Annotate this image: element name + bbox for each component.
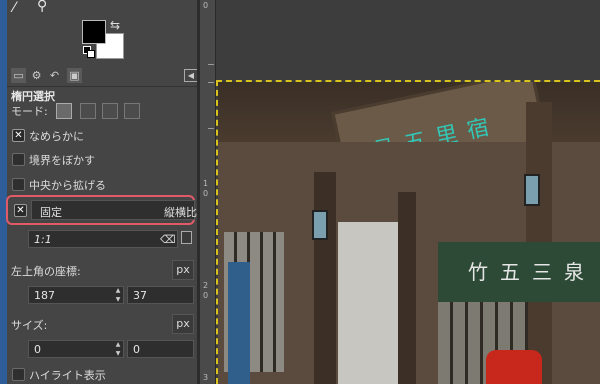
ratio-input[interactable]: 1:1	[28, 230, 178, 248]
ruler-mark	[208, 128, 214, 129]
red-postbox	[486, 350, 542, 384]
position-x-value: 187	[34, 289, 55, 302]
door	[338, 222, 398, 384]
pillar	[314, 172, 336, 384]
document-icon[interactable]	[181, 231, 192, 244]
position-y-input[interactable]: 37	[127, 286, 194, 304]
ruler-tick: 2	[203, 281, 209, 290]
mode-replace-button[interactable]	[56, 103, 72, 119]
antialias-checkbox[interactable]: ✕	[12, 129, 25, 142]
reset-colors-icon-back	[87, 50, 95, 58]
tool-title: 楕円選択	[11, 90, 55, 103]
fixed-option-row: ✕ 固定 縦横比	[6, 195, 197, 225]
ruler-tick: 3	[203, 373, 209, 382]
position-x-spinner[interactable]: ▲ ▼	[113, 286, 123, 304]
lantern	[312, 210, 328, 240]
expand-center-label: 中央から拡げる	[29, 179, 106, 192]
size-h-value: 0	[133, 343, 140, 356]
position-unit-select[interactable]: px	[172, 260, 194, 280]
dock-tabs: ▭ ⚙ ↶ ▣ ◀	[7, 66, 198, 87]
blue-banner	[228, 262, 250, 384]
device-status-tab[interactable]: ⚙	[29, 68, 44, 83]
window-edge	[0, 0, 7, 384]
ratio-value: 1:1	[34, 233, 52, 246]
magic-wand-icon[interactable]: ⁄	[13, 0, 15, 16]
highlight-checkbox[interactable]	[12, 368, 25, 381]
images-tab[interactable]: ▣	[67, 68, 82, 83]
mode-label: モード:	[11, 105, 48, 118]
fixed-checkbox[interactable]: ✕	[14, 204, 27, 217]
mode-intersect-button[interactable]	[124, 103, 140, 119]
selection-border-left	[216, 80, 218, 384]
position-x-input[interactable]: 187	[28, 286, 124, 304]
banner-text: 竹五三泉	[468, 260, 596, 284]
lantern	[524, 174, 540, 206]
expand-center-checkbox[interactable]	[12, 178, 25, 191]
undo-history-tab[interactable]: ↶	[47, 68, 62, 83]
position-y-value: 37	[133, 289, 147, 302]
position-label: 左上角の座標:	[11, 265, 81, 278]
fixed-mode-combo[interactable]: 固定 縦横比	[31, 200, 197, 220]
ruler-mark	[208, 64, 214, 65]
feather-checkbox[interactable]	[12, 153, 25, 166]
size-label: サイズ:	[11, 319, 48, 332]
pillar	[398, 192, 416, 384]
size-w-input[interactable]: 0	[28, 340, 124, 358]
image-canvas[interactable]: 丹五里宿 竹五三泉	[218, 82, 600, 384]
size-h-input[interactable]: 0	[127, 340, 194, 358]
swap-colors-icon[interactable]: ⇆	[110, 18, 120, 32]
highlight-label: ハイライト表示	[29, 369, 106, 382]
tool-options-tab[interactable]: ▭	[11, 68, 26, 83]
mode-subtract-button[interactable]	[102, 103, 118, 119]
fixed-label: 固定	[40, 206, 62, 219]
size-w-spinner[interactable]: ▲ ▼	[113, 340, 123, 358]
ruler-tick: 1	[203, 179, 209, 188]
foreground-color-swatch[interactable]	[82, 20, 106, 44]
size-unit-select[interactable]: px	[172, 314, 194, 334]
feather-label: 境界をぼかす	[29, 154, 95, 167]
ruler-tick: 0	[203, 291, 209, 300]
green-banner: 竹五三泉	[438, 242, 600, 302]
mode-add-button[interactable]	[80, 103, 96, 119]
antialias-label: なめらかに	[29, 130, 84, 143]
tab-menu-icon[interactable]: ◀	[184, 69, 198, 82]
ruler-mark	[208, 82, 214, 83]
fixed-mode-value: 縦横比	[164, 206, 197, 219]
ruler-tick: 0	[203, 189, 209, 198]
size-w-value: 0	[34, 343, 41, 356]
selection-border-top	[216, 80, 600, 82]
ruler-tick: 0	[203, 1, 209, 10]
zoom-icon[interactable]: ⚲	[37, 0, 47, 14]
clear-icon[interactable]: ⌫	[160, 233, 176, 246]
